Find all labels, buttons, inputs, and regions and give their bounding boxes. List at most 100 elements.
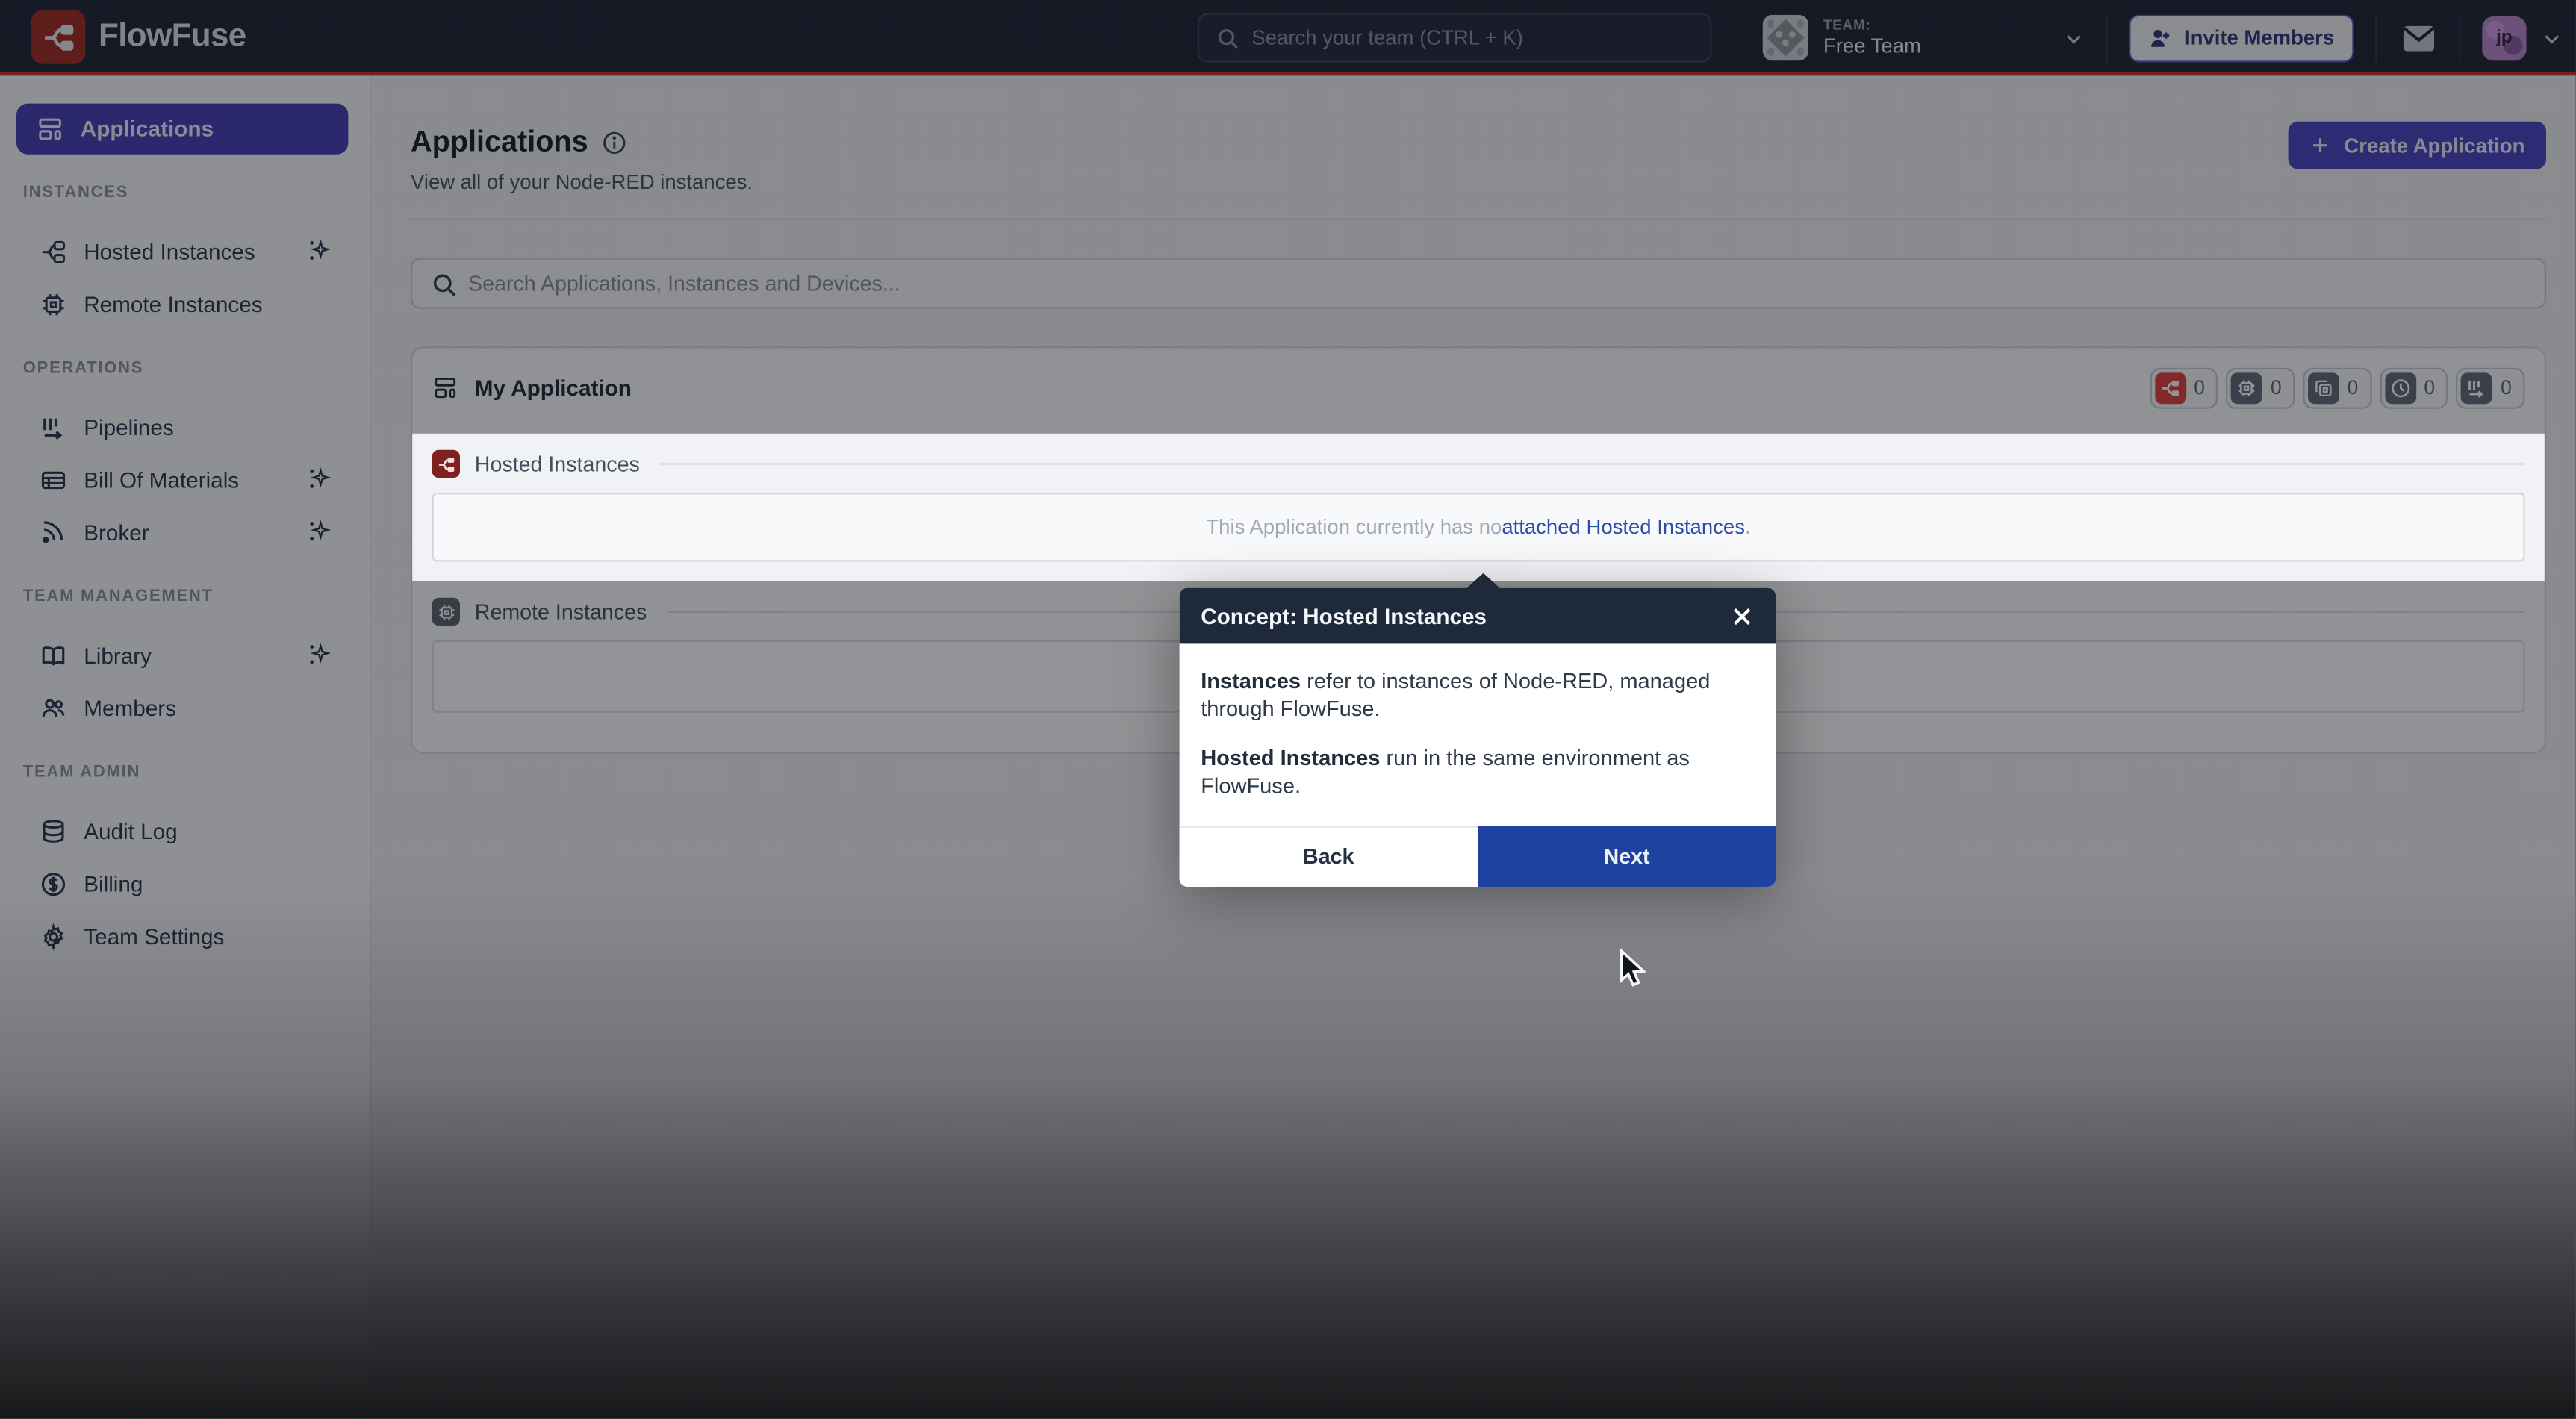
hosted-instances-empty-state: This Application currently has no attach… <box>432 493 2525 561</box>
team-name: Free Team <box>1823 36 2063 57</box>
remote-instances-count-badge[interactable]: 0 <box>2227 367 2295 408</box>
page-subtitle: View all of your Node-RED instances. <box>411 171 2546 194</box>
flowfuse-logo[interactable]: FlowFuse <box>31 10 246 64</box>
nav-divider <box>2106 13 2107 63</box>
sidebar-item-label: Pipelines <box>84 415 174 440</box>
team-info: TEAM: Free Team <box>1823 18 2063 57</box>
pipelines-count-badge[interactable]: 0 <box>2457 367 2525 408</box>
header-divider <box>411 219 2546 220</box>
team-settings-icon <box>40 922 67 949</box>
global-search <box>1198 13 1712 63</box>
dialog-paragraph: Hosted Instances run in the same environ… <box>1201 744 1754 800</box>
global-search-input[interactable] <box>1251 15 1695 61</box>
empty-message: This Application currently has no <box>1206 516 1502 539</box>
application-name: My Application <box>475 375 632 400</box>
next-button[interactable]: Next <box>1478 826 1776 886</box>
flowfuse-logo-icon <box>31 10 86 64</box>
nav-divider <box>2375 13 2377 63</box>
sparkles-icon <box>305 517 333 545</box>
sidebar-item-audit-log[interactable]: Audit Log <box>0 805 370 857</box>
sidebar-section-heading: TEAM MANAGEMENT <box>23 588 370 606</box>
applications-search-input[interactable] <box>468 260 2430 308</box>
invite-members-button[interactable]: Invite Members <box>2129 14 2353 62</box>
badge-count: 0 <box>2501 376 2512 399</box>
sidebar-item-label: Audit Log <box>84 819 178 843</box>
device-groups-icon <box>2308 372 2339 403</box>
tour-dialog: Concept: Hosted Instances Instances refe… <box>1180 573 1776 886</box>
dialog-paragraph: Instances refer to instances of Node-RED… <box>1201 667 1754 723</box>
hosted-instances-count-badge[interactable]: 0 <box>2150 367 2218 408</box>
close-icon <box>1730 604 1755 629</box>
sidebar-section-heading: TEAM ADMIN <box>23 764 370 782</box>
team-label: TEAM: <box>1823 18 2063 33</box>
pipelines-icon <box>2461 372 2492 403</box>
dialog-header: Concept: Hosted Instances <box>1180 588 1776 644</box>
sidebar-item-billing[interactable]: Billing <box>0 857 370 909</box>
device-groups-count-badge[interactable]: 0 <box>2303 367 2371 408</box>
sidebar-item-label: Hosted Instances <box>84 239 255 263</box>
sidebar-item-hosted-instances[interactable]: Hosted Instances <box>0 225 370 277</box>
sidebar-item-members[interactable]: Members <box>0 682 370 734</box>
broker-icon <box>40 518 67 546</box>
snapshots-count-badge[interactable]: 0 <box>2380 367 2448 408</box>
remote-instances-icon <box>432 598 460 626</box>
members-icon <box>40 694 67 722</box>
application-card-header[interactable]: My Application 0 <box>412 348 2545 408</box>
sparkles-icon <box>305 237 333 264</box>
sidebar-item-label: Bill Of Materials <box>84 467 239 492</box>
chevron-down-icon[interactable] <box>2063 27 2085 49</box>
user-plus-icon <box>2149 25 2174 50</box>
dialog-footer: Back Next <box>1180 826 1776 886</box>
sparkles-icon <box>305 640 333 668</box>
team-avatar <box>1763 15 1809 61</box>
team-switcher[interactable]: TEAM: Free Team <box>1763 15 2085 61</box>
remote-instances-icon <box>2231 372 2262 403</box>
plus-icon <box>2309 134 2331 156</box>
create-application-button[interactable]: Create Application <box>2289 122 2546 169</box>
remote-instances-icon <box>40 290 67 317</box>
sidebar-section-heading: OPERATIONS <box>23 360 370 378</box>
hosted-instances-icon <box>2154 372 2185 403</box>
dialog-title: Concept: Hosted Instances <box>1201 604 1487 629</box>
dialog-body: Instances refer to instances of Node-RED… <box>1180 643 1776 825</box>
sidebar-item-applications[interactable]: Applications <box>16 104 348 155</box>
section-rule <box>659 463 2524 464</box>
sidebar-section-instances: INSTANCES Hosted Instances <box>0 184 370 330</box>
audit-log-icon <box>40 817 67 845</box>
search-icon <box>430 271 458 299</box>
avatar: jp <box>2482 16 2526 60</box>
info-icon[interactable] <box>601 129 627 155</box>
flowfuse-app: FlowFuse <box>0 0 2576 1419</box>
badge-count: 0 <box>2424 376 2435 399</box>
search-icon <box>1216 26 1240 51</box>
close-button[interactable] <box>1730 604 1755 629</box>
applications-icon <box>36 115 63 143</box>
sidebar-item-team-settings[interactable]: Team Settings <box>0 910 370 962</box>
chevron-down-icon <box>2541 27 2563 49</box>
section-title: Remote Instances <box>475 599 647 624</box>
sidebar-item-label: Applications <box>81 116 214 141</box>
sidebar-item-label: Members <box>84 696 176 720</box>
attach-hosted-instances-link[interactable]: attached Hosted Instances <box>1502 516 1745 539</box>
invite-members-label: Invite Members <box>2185 26 2334 49</box>
sidebar-item-remote-instances[interactable]: Remote Instances <box>0 278 370 330</box>
application-count-badges: 0 0 <box>2150 367 2525 408</box>
badge-count: 0 <box>2271 376 2282 399</box>
back-button[interactable]: Back <box>1180 826 1478 886</box>
sidebar-section-operations: OPERATIONS Pipelines Bill Of Materials <box>0 360 370 558</box>
sidebar-item-label: Library <box>84 643 152 667</box>
sidebar-item-library[interactable]: Library <box>0 629 370 682</box>
notifications-button[interactable] <box>2398 24 2438 52</box>
brand-name: FlowFuse <box>99 18 246 56</box>
page-header: Applications View all of your Node-RED i… <box>411 75 2546 220</box>
sidebar-item-pipelines[interactable]: Pipelines <box>0 401 370 453</box>
sidebar-item-bill-of-materials[interactable]: Bill Of Materials <box>0 453 370 505</box>
hosted-instances-section: Hosted Instances This Application curren… <box>412 434 2545 581</box>
clock-icon <box>2385 372 2416 403</box>
sidebar-item-broker[interactable]: Broker <box>0 506 370 558</box>
badge-count: 0 <box>2348 376 2359 399</box>
sparkles-icon <box>305 465 333 493</box>
application-icon <box>432 375 458 401</box>
page-title: Applications <box>411 125 588 159</box>
user-menu[interactable]: jp <box>2482 16 2563 60</box>
